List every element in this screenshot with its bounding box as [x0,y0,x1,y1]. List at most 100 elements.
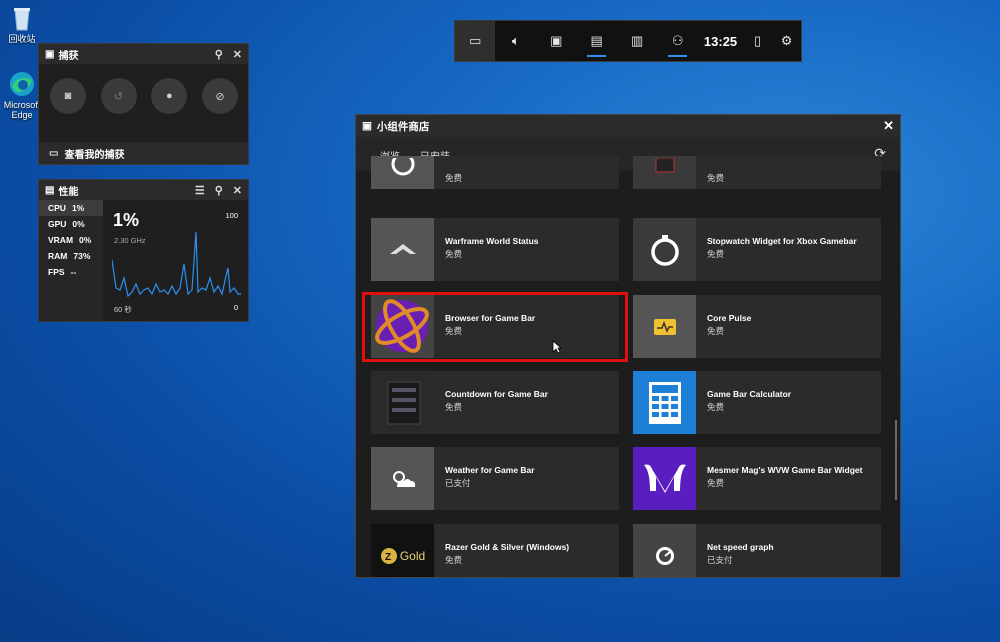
view-captures-link[interactable]: ▭ 查看我的捕获 [39,142,248,164]
svg-text:Z: Z [385,552,391,563]
metric-label: VRAM [48,235,74,245]
capture-button[interactable]: ▣ [536,21,576,61]
widget-name: Stopwatch Widget for Xbox Gamebar [707,236,857,246]
mouse-button[interactable]: ▯ [743,21,772,61]
view-captures-label: 查看我的捕获 [64,149,125,161]
widget-card[interactable]: Game Bar Calculator 免费 [633,371,881,434]
highlight-box [362,292,628,362]
widget-card[interactable]: Mesmer Mag's WVW Game Bar Widget 免费 [633,447,881,510]
widget-card[interactable]: Z Gold Razer Gold & Silver (Windows) 免费 [371,524,619,577]
razer-gold-text: Gold [399,548,426,563]
record-last-button[interactable]: ↺ [100,78,137,114]
metric-value: 0% [72,219,85,229]
metric-ram[interactable]: RAM 73% [39,248,103,264]
performance-button[interactable]: ▤ [576,21,616,61]
stopwatch-icon [633,218,696,281]
performance-title: 性能 [58,186,79,198]
metric-label: CPU [48,203,66,213]
pin-icon[interactable]: ⚲ [215,48,223,61]
widget-menu-button[interactable]: ▭ [455,21,496,61]
widget-name: Mesmer Mag's WVW Game Bar Widget [707,465,863,475]
widget-price: 已支付 [707,555,733,565]
mouse-icon: ▯ [754,33,762,48]
bar-chart-icon: ▥ [631,33,644,48]
widget-price: 免费 [445,173,463,183]
widget-name: Core Pulse [707,313,752,323]
camera-icon: ◙ [64,90,72,102]
history-icon: ↺ [114,90,124,103]
resources-button[interactable]: ▥ [617,21,657,61]
capture-title: 捕获 [58,50,79,62]
active-underline [668,55,687,57]
cpu-graph [112,231,241,298]
metric-cpu[interactable]: CPU 1% [39,200,103,216]
audio-button[interactable]: 🔈︎ [495,21,535,61]
widget-thumb [633,156,696,189]
graph-duration: 60 秒 [114,305,132,314]
settings-sliders-icon[interactable]: ☰ [195,184,205,197]
store-title-bar[interactable]: ▣ 小组件商店 ✕ [356,115,900,137]
widget-card[interactable]: Countdown for Game Bar 免费 [371,371,619,434]
widget-card[interactable]: 免费 [371,156,619,189]
desktop-icon-recycle-bin[interactable]: 回收站 [0,4,44,44]
widget-price: 免费 [707,478,725,488]
widget-price: 免费 [707,249,725,259]
widget-price: 免费 [707,402,725,412]
metric-fps[interactable]: FPS -- [39,264,103,280]
mouse-cursor-icon [552,340,562,354]
widget-price: 免费 [707,326,725,336]
metric-label: GPU [48,219,67,229]
mic-off-icon: ⊘ [215,90,225,103]
record-icon: ● [165,90,173,102]
metric-list: CPU 1% GPU 0% VRAM 0% RAM 73% FPS -- [39,200,103,321]
calculator-icon [633,371,696,434]
mic-button[interactable]: ⊘ [201,78,238,114]
widget-card[interactable]: Weather for Game Bar 已支付 [371,447,619,510]
widget-card[interactable]: Core Pulse 免费 [633,295,881,358]
gear-icon: ⚙ [780,33,793,48]
warframe-thumb [371,218,434,281]
screenshot-button[interactable]: ◙ [50,78,86,114]
metric-value: 1% [71,203,85,213]
record-button[interactable]: ● [151,78,188,114]
widget-price: 免费 [445,555,463,565]
store-title: 小组件商店 [376,120,430,133]
recycle-bin-icon [8,4,36,32]
widget-price: 免费 [445,249,463,259]
edge-icon [8,70,36,98]
widget-card[interactable]: Stopwatch Widget for Xbox Gamebar 免费 [633,218,881,281]
performance-widget: ▤ 性能 ☰ ⚲ ✕ CPU 1% GPU 0% VRAM 0% RAM 73% FPS… [38,179,249,322]
widget-price: 免费 [707,173,725,183]
performance-title-bar[interactable]: ▤ 性能 ☰ ⚲ ✕ [39,180,248,200]
core-pulse-icon [633,295,696,358]
capture-icon: ▣ [550,33,563,48]
performance-widget-icon: ▤ [45,184,55,196]
gallery-icon: ▭ [49,147,59,159]
widget-name: Net speed graph [707,542,774,552]
store-icon: ▣ [362,120,372,132]
metric-label: RAM [48,251,68,261]
metric-gpu[interactable]: GPU 0% [39,216,103,232]
widget-thumb [371,156,434,189]
social-button[interactable]: ⚇ [657,21,697,61]
close-icon[interactable]: ✕ [233,184,242,197]
widget-card[interactable]: Warframe World Status 免费 [371,218,619,281]
capture-title-bar[interactable]: ▣ 捕获 ⚲ ✕ [39,44,248,64]
razer-gold-icon: Z Gold [371,524,434,577]
settings-button[interactable]: ⚙ [772,21,801,61]
widget-card[interactable]: Net speed graph 已支付 [633,524,881,577]
metric-value: 73% [73,251,91,261]
pin-icon[interactable]: ⚲ [215,184,223,197]
widget-price: 已支付 [445,478,471,488]
widget-name: Game Bar Calculator [707,389,792,399]
graph-max: 100 [225,211,238,220]
widget-price: 免费 [445,402,463,412]
active-underline [587,55,606,57]
monitor-icon: ▤ [590,33,603,48]
store-scrollbar[interactable] [895,420,897,500]
close-icon[interactable]: ✕ [883,118,894,134]
widget-card[interactable]: 免费 [633,156,881,189]
metric-vram[interactable]: VRAM 0% [39,232,103,248]
weather-icon [371,447,434,510]
close-icon[interactable]: ✕ [233,48,242,61]
